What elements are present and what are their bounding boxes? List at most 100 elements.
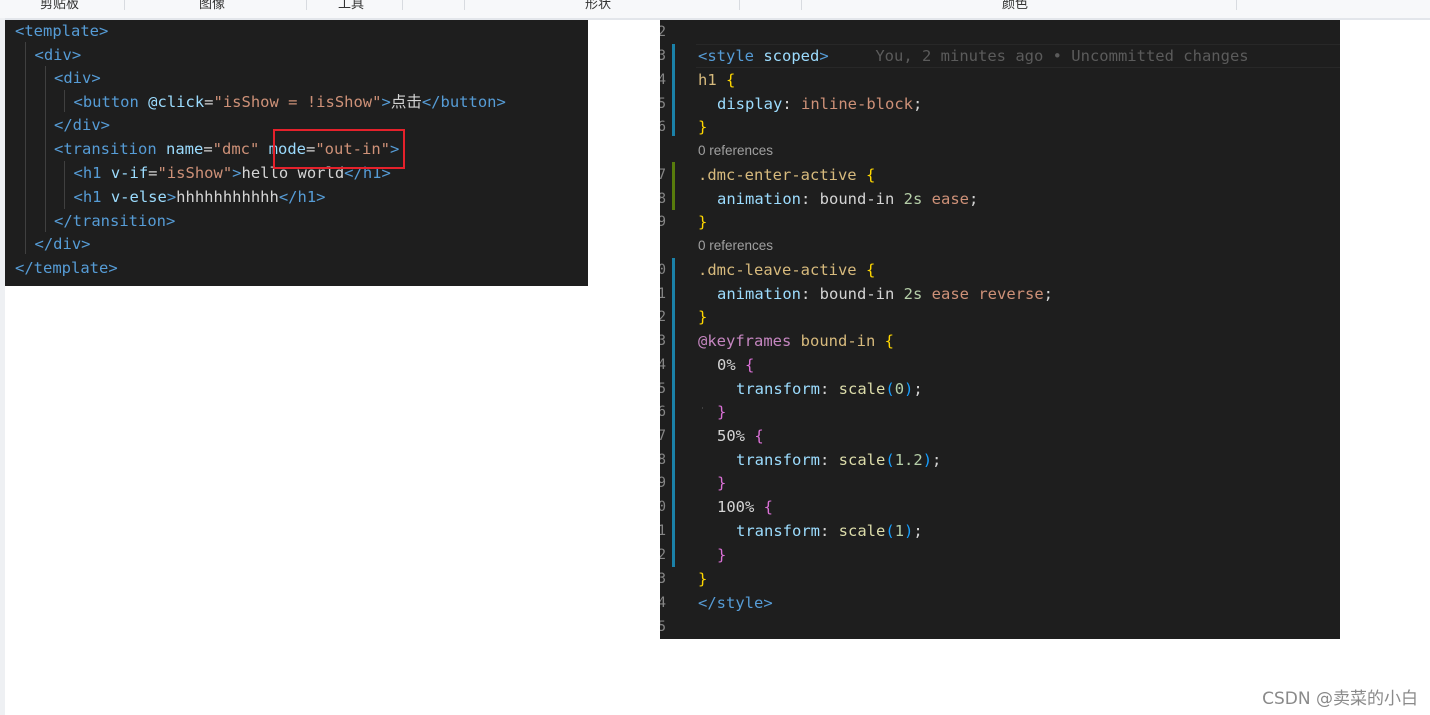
code-token: </button> [421, 93, 506, 111]
code-line[interactable]: </div> [54, 114, 110, 136]
code-line[interactable]: .dmc-enter-active { [698, 164, 875, 186]
code-token: bound-in [800, 332, 885, 350]
code-token: inline-block [801, 95, 913, 113]
code-line[interactable]: } [698, 568, 707, 590]
code-token: ; [1043, 285, 1053, 303]
code-line[interactable]: 100% { [717, 496, 773, 518]
ribbon-label-clipboard[interactable]: 剪贴板 [40, 0, 79, 12]
code-token: 0 [894, 380, 905, 398]
code-token: } [698, 570, 708, 588]
code-token: display [717, 95, 783, 113]
indent-guide [702, 407, 703, 409]
line-number: 0 [660, 262, 666, 278]
code-token: </style> [698, 594, 773, 612]
code-token: ; [913, 380, 923, 398]
code-token: transform [736, 451, 820, 469]
code-line[interactable]: </style> [698, 592, 773, 614]
code-line[interactable]: 0% { [717, 354, 754, 376]
code-line[interactable]: <button @click="isShow = !isShow">点击</bu… [74, 91, 506, 113]
ribbon-label-colors[interactable]: 颜色 [1002, 0, 1028, 12]
code-token: { [865, 261, 876, 279]
code-line[interactable]: animation: bound-in 2s ease reverse; [717, 283, 1053, 305]
code-token: transform [736, 522, 820, 540]
code-line[interactable]: transform: scale(1.2); [736, 449, 941, 471]
code-token: ; [912, 95, 923, 113]
code-line[interactable]: </div> [35, 233, 91, 255]
code-line[interactable]: @keyframes bound-in { [698, 330, 894, 352]
code-line[interactable]: <h1 v-else>hhhhhhhhhhh</h1> [74, 186, 326, 208]
code-line[interactable]: } [717, 472, 726, 494]
git-blame-annotation: You, 2 minutes ago • Uncommitted changes [875, 47, 1249, 65]
code-token: animation [717, 190, 801, 208]
line-number: 2 [660, 24, 666, 40]
code-token: } [698, 213, 708, 231]
code-line[interactable]: } [717, 544, 726, 566]
code-line[interactable]: animation: bound-in 2s ease; [717, 188, 978, 210]
code-line[interactable]: } [717, 401, 726, 423]
code-token: } [698, 308, 708, 326]
ribbon-label-shapes[interactable]: 形状 [585, 0, 611, 12]
code-token: 1 [894, 522, 905, 540]
code-token: ( [885, 522, 895, 540]
code-line[interactable]: transform: scale(0); [736, 378, 923, 400]
code-token: .dmc-leave-active [698, 261, 866, 279]
code-line[interactable]: <div> [54, 67, 101, 89]
ribbon-divider [124, 0, 125, 10]
code-line[interactable]: </transition> [54, 210, 175, 232]
code-line[interactable]: .dmc-leave-active { [698, 259, 875, 281]
code-line[interactable]: 50% { [717, 425, 764, 447]
code-token: } [717, 546, 727, 564]
indent-guide [64, 90, 65, 112]
code-token: <transition [54, 140, 166, 158]
code-line[interactable]: } [698, 211, 707, 233]
code-line[interactable]: <div> [35, 44, 82, 66]
code-token: : [820, 380, 839, 398]
code-token: } [698, 118, 708, 136]
line-number: 2 [660, 309, 666, 325]
code-token: = [148, 164, 158, 182]
line-number: 1 [660, 286, 666, 302]
ribbon-label-tools[interactable]: 工具 [338, 0, 364, 12]
code-line[interactable]: } [698, 116, 707, 138]
line-number: 5 [660, 619, 666, 635]
ribbon-label-image[interactable]: 图像 [199, 0, 225, 12]
line-number: 4 [660, 595, 666, 611]
indent-guide [45, 66, 46, 232]
code-token: h1 [698, 71, 726, 89]
code-token: name [165, 140, 204, 158]
code-token: scale [838, 451, 886, 469]
code-token: v-else [110, 188, 167, 206]
code-token: > [381, 93, 391, 111]
code-line[interactable]: h1 { [698, 69, 735, 91]
code-token: 50% [717, 427, 755, 445]
code-token: ; [932, 451, 942, 469]
code-line[interactable]: </template> [15, 257, 118, 279]
code-token: "isShow = !isShow" [213, 93, 382, 111]
line-number: 3 [660, 333, 666, 349]
code-token: 1.2 [894, 451, 923, 469]
code-token: hhhhhhhhhhh [176, 188, 279, 206]
line-number: 4 [660, 72, 666, 88]
code-token: 点击 [390, 93, 422, 111]
code-token: </div> [34, 235, 91, 253]
line-number: 5 [660, 381, 666, 397]
codelens-references[interactable]: 0 references [698, 237, 773, 255]
line-number: 9 [660, 475, 666, 491]
code-line[interactable]: <template> [15, 20, 108, 42]
code-token: <style [698, 47, 764, 65]
code-line[interactable]: transform: scale(1); [736, 520, 923, 542]
line-number: 3 [660, 48, 666, 64]
line-number: 6 [660, 404, 666, 420]
code-token: .dmc-enter-active [698, 166, 866, 184]
code-token: transform [736, 380, 820, 398]
code-token: </h1> [278, 188, 326, 206]
codelens-references[interactable]: 0 references [698, 142, 773, 160]
code-line[interactable]: } [698, 306, 707, 328]
code-token: 2s [903, 285, 923, 303]
code-line[interactable]: display: inline-block; [717, 93, 922, 115]
code-token: { [763, 498, 774, 516]
code-line[interactable]: <style scoped> You, 2 minutes ago • Unco… [698, 45, 1249, 67]
code-token: : bound-in [801, 285, 904, 303]
